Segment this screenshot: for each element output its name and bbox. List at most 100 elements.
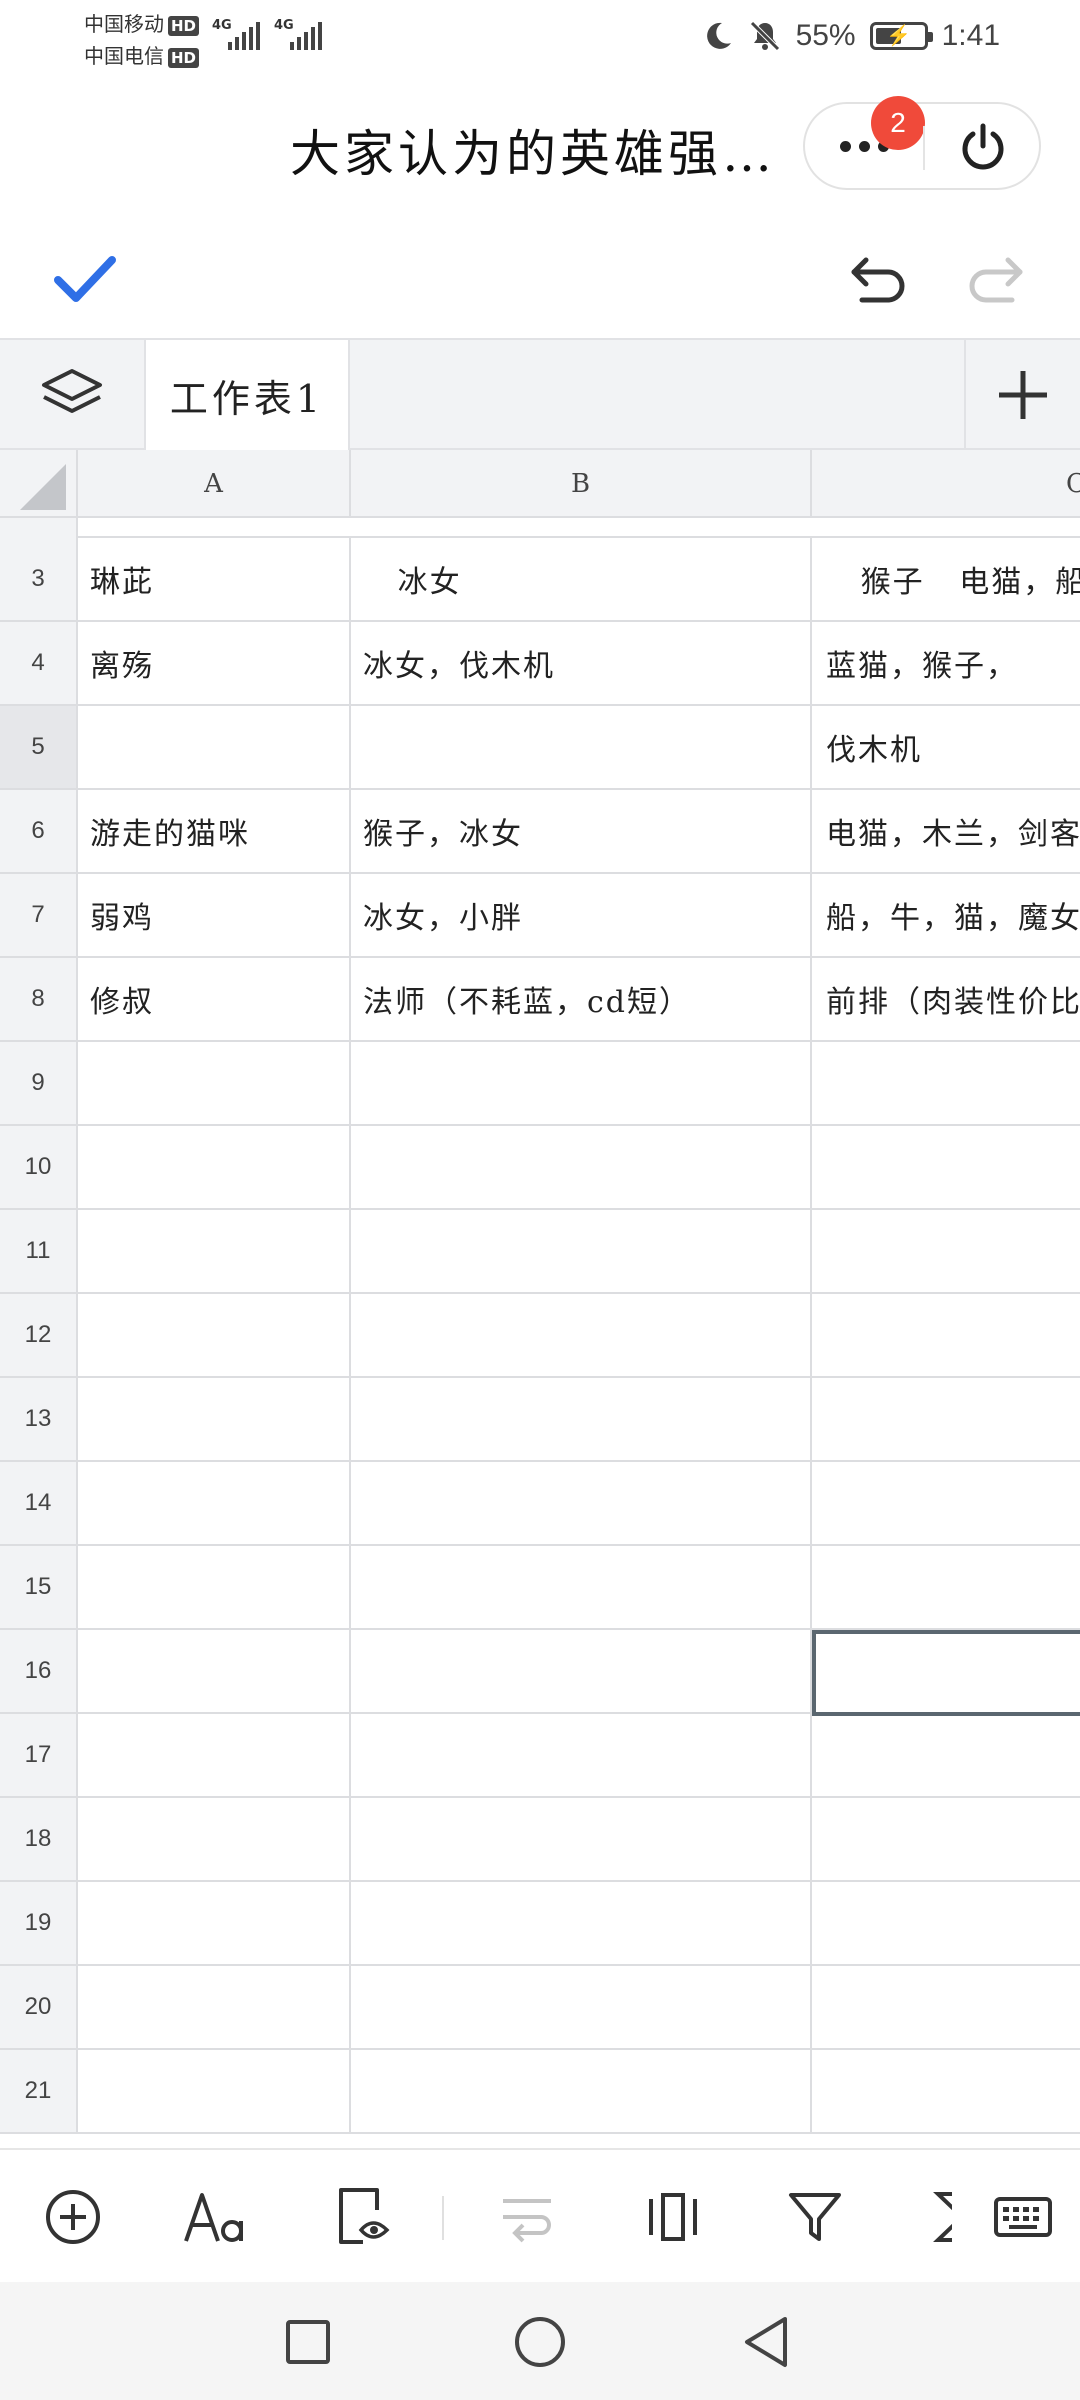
cell-a21[interactable]	[78, 2050, 351, 2132]
cell-a12[interactable]	[78, 1294, 351, 1376]
row-header[interactable]: 7	[0, 874, 78, 956]
cell-c3[interactable]: 猴子 电猫，船	[812, 538, 1080, 620]
row-header[interactable]: 8	[0, 958, 78, 1040]
row-header[interactable]: 5	[0, 706, 78, 788]
keyboard-button[interactable]	[986, 2180, 1060, 2254]
cell-b8[interactable]: 法师（不耗蓝，cd短）	[351, 958, 812, 1040]
cell-b13[interactable]	[351, 1378, 812, 1460]
row-header[interactable]: 18	[0, 1798, 78, 1880]
cell-a9[interactable]	[78, 1042, 351, 1124]
cell-c9[interactable]	[812, 1042, 1080, 1124]
cell-a8[interactable]: 修叔	[78, 958, 351, 1040]
cell-preview-button[interactable]	[326, 2180, 400, 2254]
table-row: 8 修叔 法师（不耗蓝，cd短） 前排（肉装性价比	[0, 958, 1080, 1042]
cell-c18[interactable]	[812, 1798, 1080, 1880]
cell-c16[interactable]	[812, 1630, 1080, 1712]
font-format-button[interactable]	[178, 2180, 252, 2254]
cell-b20[interactable]	[351, 1966, 812, 2048]
cell-a20[interactable]	[78, 1966, 351, 2048]
cell-b12[interactable]	[351, 1294, 812, 1376]
cell-c8[interactable]: 前排（肉装性价比	[812, 958, 1080, 1040]
cell-c13[interactable]	[812, 1378, 1080, 1460]
filter-button[interactable]	[778, 2180, 852, 2254]
cell-a19[interactable]	[78, 1882, 351, 1964]
row-header[interactable]: 16	[0, 1630, 78, 1712]
tab-sheet1[interactable]: 工作表1	[146, 340, 350, 450]
cell-a6[interactable]: 游走的猫咪	[78, 790, 351, 872]
row-header[interactable]: 9	[0, 1042, 78, 1124]
undo-button[interactable]	[846, 246, 912, 312]
cell-c19[interactable]	[812, 1882, 1080, 1964]
cell-b14[interactable]	[351, 1462, 812, 1544]
cell-a4[interactable]: 离殇	[78, 622, 351, 704]
row-header[interactable]: 10	[0, 1126, 78, 1208]
cell-b7[interactable]: 冰女，小胖	[351, 874, 812, 956]
row-header[interactable]: 17	[0, 1714, 78, 1796]
cell-a14[interactable]	[78, 1462, 351, 1544]
row-header[interactable]: 19	[0, 1882, 78, 1964]
cell-c6[interactable]: 电猫，木兰，剑客	[812, 790, 1080, 872]
close-button[interactable]	[925, 104, 1041, 188]
column-width-button[interactable]	[636, 2180, 710, 2254]
row-header[interactable]: 13	[0, 1378, 78, 1460]
cell-c11[interactable]	[812, 1210, 1080, 1292]
row-header[interactable]: 21	[0, 2050, 78, 2132]
cell-c4[interactable]: 蓝猫，猴子，	[812, 622, 1080, 704]
row-header[interactable]: 4	[0, 622, 78, 704]
sum-button[interactable]	[928, 2180, 952, 2254]
cell-a3[interactable]: 琳茈	[78, 538, 351, 620]
row-header[interactable]: 14	[0, 1462, 78, 1544]
cell-c17[interactable]	[812, 1714, 1080, 1796]
sheet-list-button[interactable]	[0, 340, 146, 450]
cell-b21[interactable]	[351, 2050, 812, 2132]
wrap-text-button[interactable]	[490, 2180, 564, 2254]
cell-c10[interactable]	[812, 1126, 1080, 1208]
insert-button[interactable]	[36, 2180, 110, 2254]
cell-c5[interactable]: 伐木机	[812, 706, 1080, 788]
cell-b10[interactable]	[351, 1126, 812, 1208]
cell-a10[interactable]	[78, 1126, 351, 1208]
back-button[interactable]	[730, 2306, 802, 2378]
cell-b6[interactable]: 猴子，冰女	[351, 790, 812, 872]
row-header[interactable]: 6	[0, 790, 78, 872]
cell-b9[interactable]	[351, 1042, 812, 1124]
add-sheet-button[interactable]	[964, 340, 1080, 450]
redo-button[interactable]	[962, 246, 1028, 312]
cell-a15[interactable]	[78, 1546, 351, 1628]
cell-a17[interactable]	[78, 1714, 351, 1796]
cell-b4[interactable]: 冰女，伐木机	[351, 622, 812, 704]
cell-c12[interactable]	[812, 1294, 1080, 1376]
cell-b3[interactable]: 冰女	[351, 538, 812, 620]
recent-apps-button[interactable]	[272, 2306, 344, 2378]
column-header-c[interactable]: C	[812, 450, 1080, 518]
cell-a5[interactable]	[78, 706, 351, 788]
cell-a7[interactable]: 弱鸡	[78, 874, 351, 956]
cell-a18[interactable]	[78, 1798, 351, 1880]
status-bar: 中国移动 HD 中国电信 HD 4G 4G 55% ⚡ 1:41	[0, 0, 1080, 72]
row-header[interactable]: 3	[0, 538, 78, 620]
confirm-button[interactable]	[52, 246, 118, 312]
cell-c15[interactable]	[812, 1546, 1080, 1628]
cell-b15[interactable]	[351, 1546, 812, 1628]
cell-b19[interactable]	[351, 1882, 812, 1964]
cell-b16[interactable]	[351, 1630, 812, 1712]
cell-b17[interactable]	[351, 1714, 812, 1796]
cell-a11[interactable]	[78, 1210, 351, 1292]
row-header[interactable]: 15	[0, 1546, 78, 1628]
cell-a13[interactable]	[78, 1378, 351, 1460]
cell-c14[interactable]	[812, 1462, 1080, 1544]
cell-c20[interactable]	[812, 1966, 1080, 2048]
row-header[interactable]: 20	[0, 1966, 78, 2048]
select-all-corner[interactable]	[0, 450, 78, 518]
cell-c7[interactable]: 船，牛，猫，魔女	[812, 874, 1080, 956]
row-header[interactable]: 11	[0, 1210, 78, 1292]
home-button[interactable]	[504, 2306, 576, 2378]
cell-b5[interactable]	[351, 706, 812, 788]
column-header-b[interactable]: B	[351, 450, 812, 518]
cell-c21[interactable]	[812, 2050, 1080, 2132]
cell-a16[interactable]	[78, 1630, 351, 1712]
row-header[interactable]: 12	[0, 1294, 78, 1376]
column-header-a[interactable]: A	[78, 450, 351, 518]
cell-b18[interactable]	[351, 1798, 812, 1880]
cell-b11[interactable]	[351, 1210, 812, 1292]
